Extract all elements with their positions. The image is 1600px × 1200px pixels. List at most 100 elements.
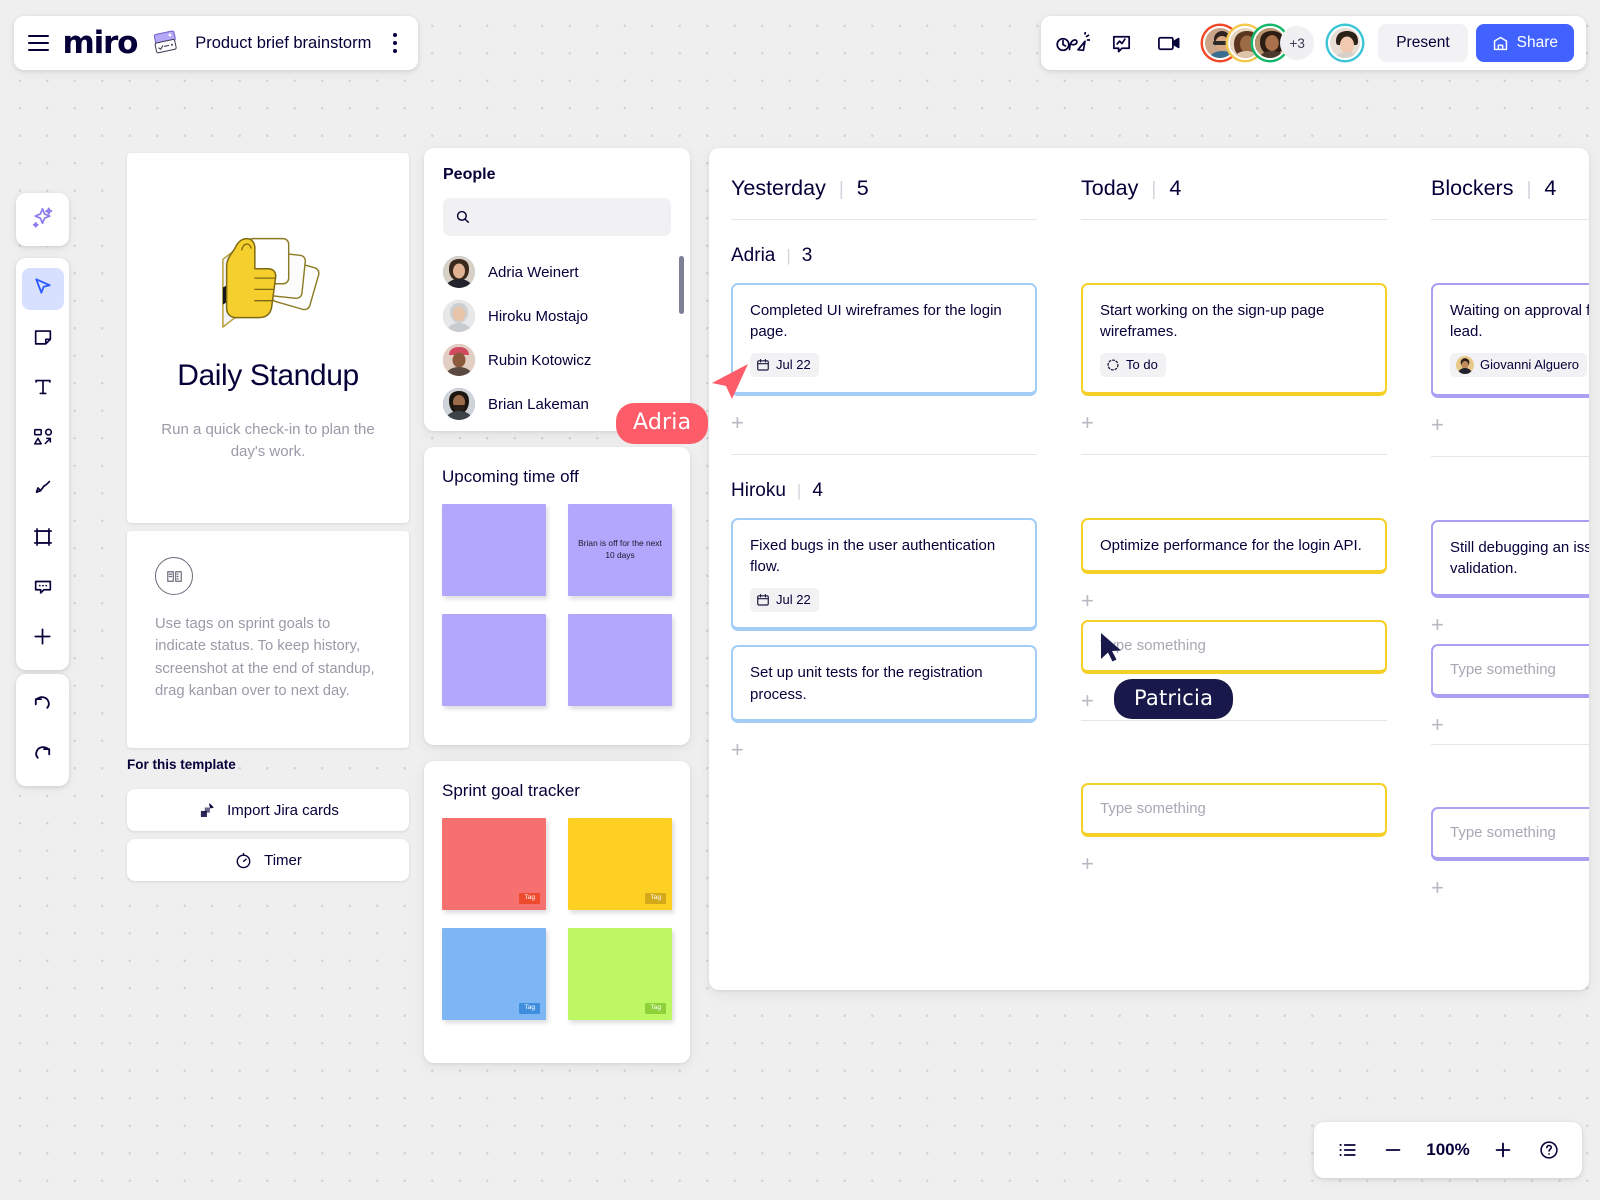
collaborator-avatars[interactable]: +3 xyxy=(1203,26,1363,60)
kanban-card[interactable]: Optimize performance for the login API. xyxy=(1081,518,1387,575)
blockers-group-2: Still debugging an issue with token vali… xyxy=(1409,457,1589,901)
sticky-note[interactable]: Tag xyxy=(568,928,672,1020)
open-book-icon xyxy=(155,557,193,595)
template-subtitle: Run a quick check-in to plan the day's w… xyxy=(161,420,375,460)
sticky-note[interactable] xyxy=(568,614,672,706)
video-call-icon[interactable] xyxy=(1149,23,1189,63)
shapes-tool[interactable] xyxy=(22,418,64,460)
ai-sparkle-tool[interactable] xyxy=(22,199,64,241)
person-name: Hiroku Mostajo xyxy=(488,307,589,325)
zoom-toolbar: 100% xyxy=(1314,1122,1582,1178)
more-apps-tool[interactable] xyxy=(22,618,64,660)
top-left-toolbar: miro Product brief brainstorm xyxy=(14,16,418,70)
search-input[interactable] xyxy=(479,209,659,225)
list-item[interactable]: Rubin Kotowicz xyxy=(424,338,690,382)
status-badge[interactable]: Tag xyxy=(519,892,540,904)
status-badge[interactable]: Tag xyxy=(645,892,666,904)
status-badge[interactable]: Tag xyxy=(645,1002,666,1014)
redo-tool[interactable] xyxy=(22,734,64,776)
more-options-icon[interactable] xyxy=(385,33,404,53)
list-view-icon[interactable] xyxy=(1328,1131,1366,1169)
date-chip[interactable]: Jul 22 xyxy=(750,352,819,378)
board-canvas[interactable]: miro Product brief brainstorm +3 Present… xyxy=(0,0,1600,1200)
frame-tool[interactable] xyxy=(22,518,64,560)
add-card-button[interactable]: + xyxy=(731,737,1037,763)
add-card-button[interactable]: + xyxy=(1431,875,1589,901)
question-mark-icon[interactable] xyxy=(1530,1131,1568,1169)
add-card-button[interactable]: + xyxy=(1081,851,1387,877)
share-button[interactable]: Share xyxy=(1475,24,1574,62)
undo-tool[interactable] xyxy=(22,684,64,726)
people-scrollbar[interactable] xyxy=(679,256,684,314)
divider: | xyxy=(786,246,791,265)
sticky-note[interactable]: Tag xyxy=(442,928,546,1020)
person-name: Adria Weinert xyxy=(488,263,579,281)
avatar xyxy=(443,256,475,288)
add-card-button[interactable]: + xyxy=(731,410,1037,436)
sprint-goal-tracker-panel: Sprint goal tracker Tag Tag Tag Tag xyxy=(424,761,690,1063)
kanban-card[interactable]: Fixed bugs in the user authentication fl… xyxy=(731,518,1037,632)
add-card-button[interactable]: + xyxy=(1431,612,1589,638)
pen-tool[interactable] xyxy=(22,468,64,510)
list-item[interactable]: Adria Weinert xyxy=(424,250,690,294)
kanban-card[interactable]: Completed UI wireframes for the login pa… xyxy=(731,283,1037,397)
divider xyxy=(731,454,1037,456)
sticky-note[interactable] xyxy=(442,614,546,706)
timer-reaction-icon[interactable] xyxy=(1053,23,1093,63)
add-card-button[interactable]: + xyxy=(1081,588,1387,614)
share-button-label: Share xyxy=(1516,34,1558,51)
zoom-level[interactable]: 100% xyxy=(1420,1140,1476,1160)
present-button[interactable]: Present xyxy=(1378,24,1468,62)
text-tool[interactable] xyxy=(22,368,64,410)
date-label: Jul 22 xyxy=(776,591,811,607)
add-card-button[interactable]: + xyxy=(1431,412,1589,438)
column-title: Yesterday xyxy=(731,176,826,200)
card-text: Set up unit tests for the registration p… xyxy=(750,664,983,703)
zoom-out-button[interactable] xyxy=(1374,1131,1412,1169)
card-text: Optimize performance for the login API. xyxy=(1100,537,1362,555)
avatar-overflow-count[interactable]: +3 xyxy=(1280,26,1315,60)
sticky-note[interactable]: Tag xyxy=(568,818,672,910)
stopwatch-icon xyxy=(234,851,253,870)
people-search-box[interactable] xyxy=(443,198,671,236)
comment-icon[interactable] xyxy=(1101,23,1141,63)
column-header: Today | 4 xyxy=(1059,176,1409,201)
list-item[interactable]: Hiroku Mostajo xyxy=(424,294,690,338)
kanban-card[interactable]: Set up unit tests for the registration p… xyxy=(731,645,1037,723)
kanban-card[interactable]: Waiting on approval from the design lead… xyxy=(1431,283,1589,399)
sticky-note[interactable] xyxy=(442,504,546,596)
sprint-sticky-grid: Tag Tag Tag Tag xyxy=(442,818,672,1020)
kanban-card[interactable]: Still debugging an issue with token vali… xyxy=(1431,520,1589,598)
current-user-avatar[interactable] xyxy=(1328,26,1363,60)
add-card-button[interactable]: + xyxy=(1081,410,1387,436)
assignee-chip[interactable]: Giovanni Alguero xyxy=(1450,352,1588,378)
miro-logo[interactable]: miro xyxy=(63,27,139,59)
kanban-card[interactable]: Start working on the sign-up page wirefr… xyxy=(1081,283,1387,397)
comment-tool[interactable] xyxy=(22,568,64,610)
sticky-note[interactable]: Brian is off for the next 10 days xyxy=(568,504,672,596)
new-card-input[interactable]: Type something xyxy=(1431,643,1589,698)
board-title[interactable]: Product brief brainstorm xyxy=(195,34,371,53)
add-card-button[interactable]: + xyxy=(1431,712,1589,738)
new-card-input[interactable]: Type something xyxy=(1081,783,1387,838)
date-chip[interactable]: Jul 22 xyxy=(750,587,819,613)
divider: | xyxy=(838,179,844,200)
zoom-in-button[interactable] xyxy=(1484,1131,1522,1169)
group-count: 4 xyxy=(812,480,823,502)
sticky-note-tool[interactable] xyxy=(22,318,64,360)
new-card-input[interactable]: Type something xyxy=(1431,806,1589,861)
timer-button[interactable]: Timer xyxy=(127,839,409,881)
status-badge[interactable]: Tag xyxy=(519,1002,540,1014)
import-jira-cards-button[interactable]: Import Jira cards xyxy=(127,789,409,831)
column-count: 4 xyxy=(1544,176,1557,200)
people-panel-heading: People xyxy=(443,166,496,183)
group-header: Adria | 3 xyxy=(731,245,1037,267)
hamburger-icon[interactable] xyxy=(28,35,49,51)
sticky-note[interactable]: Tag xyxy=(442,818,546,910)
status-label: To do xyxy=(1126,356,1158,372)
standup-kanban-board: Yesterday | 5 Adria | 3 Completed UI wir… xyxy=(709,148,1589,990)
new-card-input[interactable]: Type something xyxy=(1081,620,1387,675)
cursor-pointer-adria xyxy=(706,358,750,407)
select-tool[interactable] xyxy=(21,268,64,310)
status-chip[interactable]: To do xyxy=(1100,352,1166,378)
